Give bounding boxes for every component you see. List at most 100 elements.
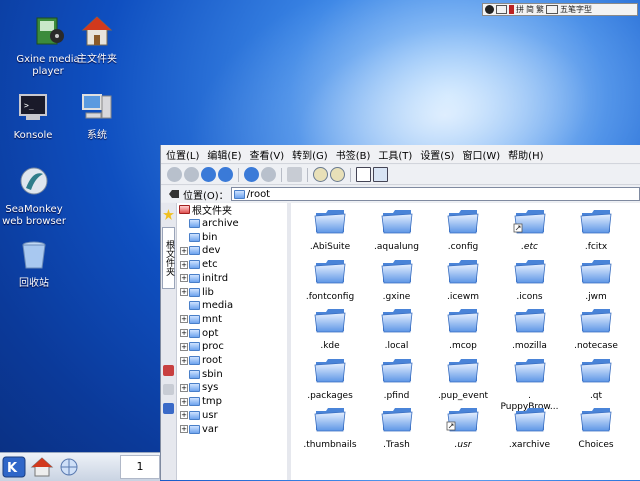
tree-node[interactable]: + mnt: [180, 313, 222, 326]
file-item[interactable]: .gxine: [364, 255, 430, 303]
menu-settings[interactable]: 设置(S): [420, 147, 454, 162]
menu-bookmarks[interactable]: 书签(B): [336, 147, 371, 162]
tree-node[interactable]: archive: [180, 217, 239, 230]
tab-root-folder[interactable]: 根文件夹: [162, 227, 175, 289]
brush-icon[interactable]: [509, 5, 514, 14]
expand-toggle[interactable]: +: [180, 274, 188, 283]
expand-toggle[interactable]: +: [180, 288, 188, 296]
tree-node[interactable]: + var: [180, 423, 218, 436]
home-icon[interactable]: [30, 456, 54, 478]
file-item[interactable]: .usr: [430, 403, 496, 451]
file-item[interactable]: .kde: [297, 304, 363, 352]
home-icon[interactable]: [218, 167, 233, 182]
file-item[interactable]: .icewm: [430, 255, 496, 303]
file-item[interactable]: .mcop: [430, 304, 496, 352]
expand-toggle[interactable]: +: [180, 425, 188, 433]
desktop-icon-trash[interactable]: 回收站: [0, 238, 72, 290]
kde-menu-icon[interactable]: K: [2, 456, 26, 478]
menu-view[interactable]: 查看(V): [250, 147, 285, 162]
desktop-pager[interactable]: 1: [120, 455, 160, 479]
tree-node[interactable]: + proc: [180, 340, 224, 353]
tree-node[interactable]: + root: [180, 354, 222, 367]
expand-toggle[interactable]: +: [180, 342, 188, 351]
reload-icon[interactable]: [244, 167, 259, 182]
network-icon[interactable]: [57, 456, 81, 478]
input-method-name[interactable]: 五笔字型: [560, 4, 592, 15]
tree-node[interactable]: + dev: [180, 244, 220, 257]
file-item[interactable]: .packages: [297, 354, 363, 402]
file-item[interactable]: .Trash: [364, 403, 430, 451]
file-item[interactable]: .notecase: [563, 304, 629, 352]
tree-node[interactable]: + opt: [180, 327, 218, 340]
folder-icon: [580, 408, 612, 432]
file-item[interactable]: .config: [430, 205, 496, 253]
print-icon[interactable]: [287, 167, 302, 182]
expand-toggle[interactable]: +: [180, 315, 188, 324]
icon-view-icon[interactable]: [356, 167, 371, 182]
expand-toggle[interactable]: +: [180, 246, 188, 255]
tree-node[interactable]: bin: [180, 231, 217, 244]
file-item[interactable]: Choices: [563, 403, 629, 451]
menu-help[interactable]: 帮助(H): [508, 147, 543, 162]
menu-edit[interactable]: 编辑(E): [207, 147, 241, 162]
simplified-indicator[interactable]: 简: [526, 4, 534, 15]
file-item[interactable]: .thumbnails: [297, 403, 363, 451]
tree-node[interactable]: + usr: [180, 409, 218, 422]
tree-node-label: root: [202, 355, 223, 366]
menu-location[interactable]: 位置(L): [166, 147, 199, 162]
stop-icon[interactable]: [261, 167, 276, 182]
file-item[interactable]: .AbiSuite: [297, 205, 363, 253]
tree-node[interactable]: sbin: [180, 368, 223, 381]
zoom-out-icon[interactable]: [330, 167, 345, 182]
media-icon[interactable]: [163, 403, 174, 414]
file-item[interactable]: .fcitx: [563, 205, 629, 253]
file-item[interactable]: .pup_event: [430, 354, 496, 402]
detail-view-icon[interactable]: [373, 167, 388, 182]
tree-node[interactable]: + sys: [180, 381, 218, 394]
expand-toggle[interactable]: +: [180, 356, 188, 365]
file-item[interactable]: .xarchive: [497, 403, 563, 451]
penguin-icon[interactable]: [485, 5, 494, 14]
up-icon[interactable]: [201, 167, 216, 182]
expand-toggle[interactable]: +: [180, 397, 188, 406]
file-item[interactable]: .local: [364, 304, 430, 352]
expand-toggle[interactable]: +: [180, 260, 188, 269]
file-item[interactable]: .pfind: [364, 354, 430, 402]
file-item[interactable]: .mozilla: [497, 304, 563, 352]
file-item[interactable]: .aqualung: [364, 205, 430, 253]
traditional-indicator[interactable]: 繁: [536, 4, 544, 15]
file-item[interactable]: .fontconfig: [297, 255, 363, 303]
tree-node[interactable]: + etc: [180, 258, 218, 271]
desktop-icon-home[interactable]: 主文件夹: [59, 14, 135, 66]
menu-tools[interactable]: 工具(T): [378, 147, 412, 162]
zoom-in-icon[interactable]: [313, 167, 328, 182]
tree-node[interactable]: + tmp: [180, 395, 222, 408]
forward-icon[interactable]: [184, 167, 199, 182]
location-input[interactable]: /root: [230, 187, 640, 201]
tree-node[interactable]: + initrd: [180, 272, 228, 285]
folder-icon: [381, 358, 412, 382]
expand-toggle[interactable]: +: [180, 383, 188, 392]
folder-icon: [189, 342, 200, 352]
expand-toggle[interactable]: +: [180, 411, 188, 420]
keyboard-icon[interactable]: [496, 5, 507, 14]
devices-icon[interactable]: [163, 384, 174, 395]
tree-node[interactable]: + lib: [180, 286, 214, 299]
tree-root[interactable]: 根文件夹: [179, 203, 232, 217]
file-item[interactable]: .jwm: [563, 255, 629, 303]
services-icon[interactable]: [163, 365, 174, 376]
menu-window[interactable]: 窗口(W): [462, 147, 500, 162]
back-icon[interactable]: [167, 167, 182, 182]
file-item[interactable]: .icons: [497, 255, 563, 303]
menu-go[interactable]: 转到(G): [292, 147, 328, 162]
desktop-icon-seamonkey[interactable]: SeaMonkey web browser: [0, 164, 72, 228]
file-item[interactable]: .qt: [563, 354, 629, 402]
keyboard-layout-icon[interactable]: [546, 5, 558, 14]
expand-toggle[interactable]: +: [180, 329, 188, 338]
desktop-icon-system[interactable]: 系统: [59, 90, 135, 142]
tree-node[interactable]: media: [180, 299, 233, 312]
pinyin-indicator[interactable]: 拼: [516, 4, 524, 15]
file-item[interactable]: .etc: [497, 205, 563, 253]
bookmarks-star-icon[interactable]: [163, 209, 174, 220]
clear-location-icon[interactable]: [169, 190, 179, 198]
